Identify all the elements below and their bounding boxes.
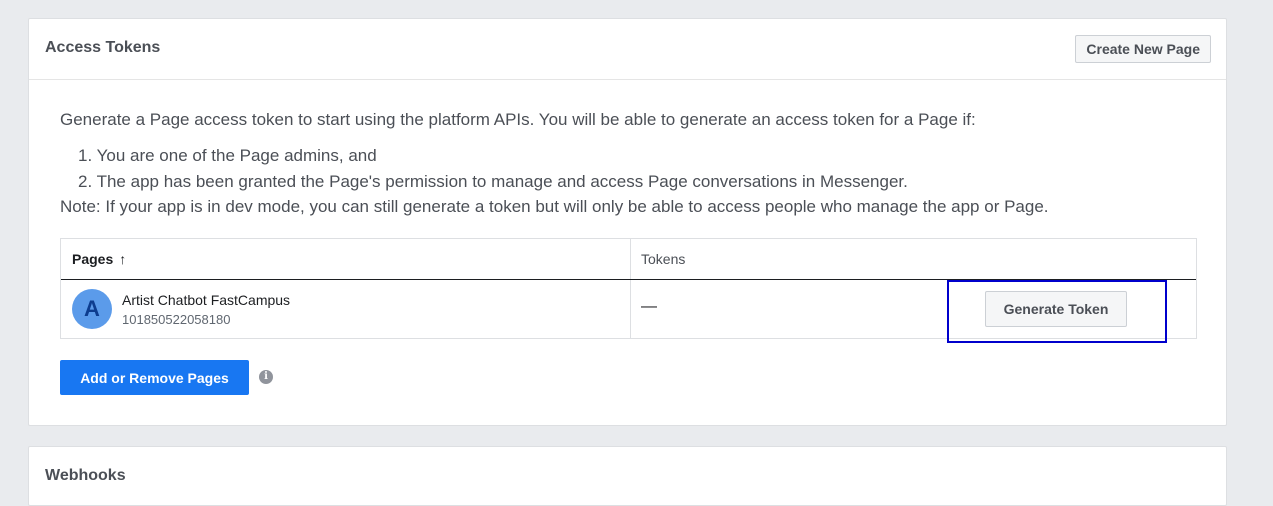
generate-token-button[interactable]: Generate Token [985, 291, 1127, 327]
conditions-list: 1. You are one of the Page admins, and 2… [78, 143, 908, 195]
add-remove-pages-button[interactable]: Add or Remove Pages [60, 360, 249, 395]
pages-column-label: Pages [72, 251, 114, 267]
webhooks-title: Webhooks [45, 467, 126, 484]
table-header-row: Pages ↑ Tokens [61, 239, 1196, 280]
info-icon[interactable]: i [259, 370, 273, 384]
webhooks-card: Webhooks [28, 446, 1227, 506]
access-tokens-header: Access Tokens Create New Page [29, 19, 1226, 80]
intro-text: Generate a Page access token to start us… [60, 110, 976, 129]
page-id: 101850522058180 [122, 312, 231, 327]
dev-mode-note: Note: If your app is in dev mode, you ca… [60, 197, 1049, 216]
access-tokens-title: Access Tokens [45, 39, 161, 56]
tokens-column-header: Tokens [641, 251, 686, 267]
pages-table: Pages ↑ Tokens A Artist Chatbot FastCampu… [60, 238, 1197, 343]
condition-item: 2. The app has been granted the Page's p… [78, 172, 908, 191]
access-tokens-card: Access Tokens Create New Page Generate a… [28, 18, 1227, 426]
create-new-page-button[interactable]: Create New Page [1075, 35, 1211, 63]
pages-column-header[interactable]: Pages ↑ [72, 251, 126, 267]
arrow-up-icon[interactable]: ↑ [119, 251, 126, 267]
page-avatar: A [72, 289, 112, 329]
condition-item: 1. You are one of the Page admins, and [78, 146, 377, 165]
token-value: — [641, 298, 657, 315]
page-name: Artist Chatbot FastCampus [122, 292, 291, 308]
